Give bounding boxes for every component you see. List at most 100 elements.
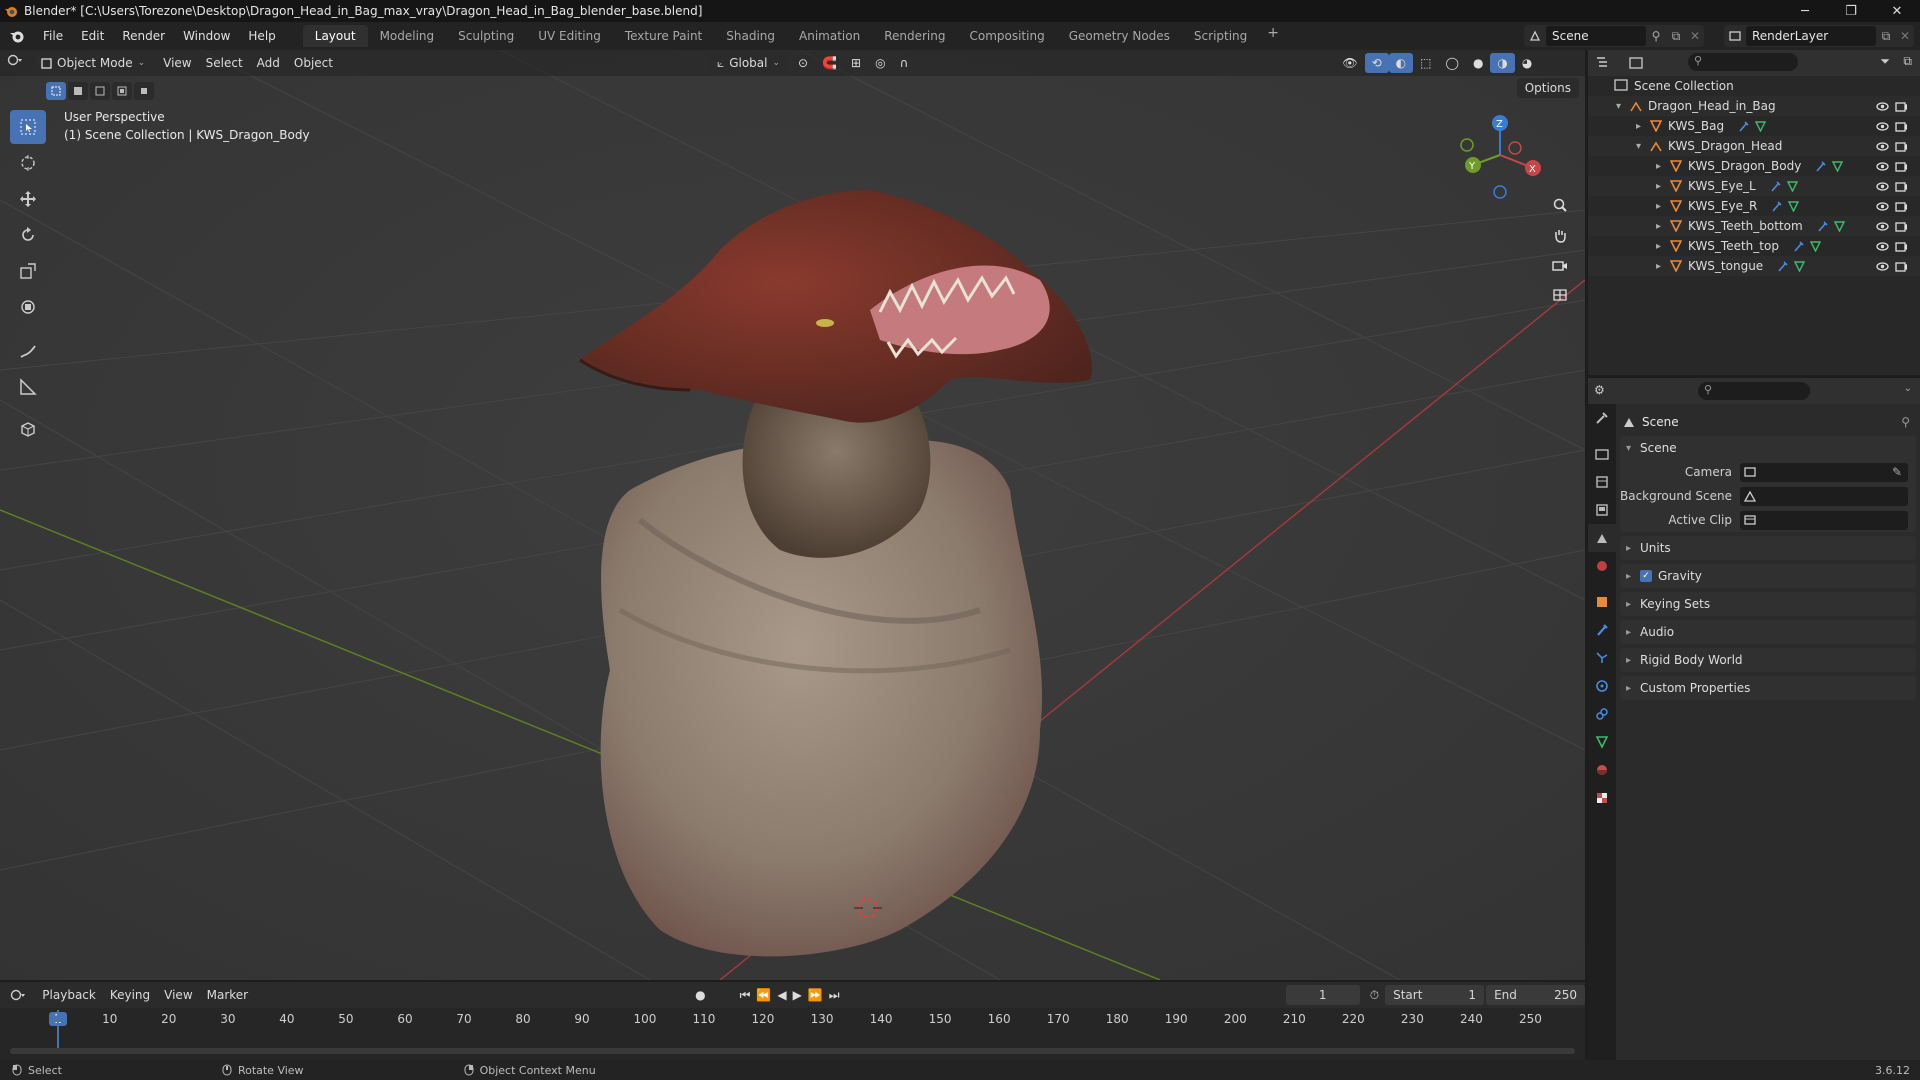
camera-render-icon[interactable]: [1895, 261, 1908, 272]
delete-scene-icon[interactable]: ✕: [1686, 29, 1704, 43]
select-box-tool[interactable]: [10, 110, 46, 144]
custom-properties-panel[interactable]: ▸ Custom Properties: [1620, 676, 1916, 700]
delete-layer-icon[interactable]: ✕: [1896, 29, 1914, 43]
eye-icon[interactable]: [1876, 121, 1889, 132]
eye-icon[interactable]: [1876, 261, 1889, 272]
menu-keying[interactable]: Keying: [103, 985, 157, 1005]
material-tab-icon[interactable]: [1588, 756, 1616, 784]
tab-compositing[interactable]: Compositing: [957, 25, 1056, 47]
gravity-panel[interactable]: ▸ ✓ Gravity: [1620, 564, 1916, 588]
eyedropper-icon[interactable]: ✎: [1892, 465, 1902, 479]
render-layer-name[interactable]: RenderLayer: [1746, 26, 1876, 46]
menu-file[interactable]: File: [34, 25, 72, 47]
modifier-tab-icon[interactable]: [1588, 616, 1616, 644]
expand-toggle-icon[interactable]: ▸: [1636, 121, 1650, 132]
timeline-editor-icon[interactable]: [0, 988, 35, 1002]
rotate-tool[interactable]: [10, 218, 46, 252]
prev-keyframe-icon[interactable]: ⏪: [756, 988, 777, 1002]
chevron-down-icon[interactable]: ⌄: [1904, 383, 1912, 394]
blender-menu-icon[interactable]: [0, 28, 34, 44]
camera-render-icon[interactable]: [1895, 161, 1908, 172]
pin-icon[interactable]: ⚲: [1901, 415, 1910, 429]
world-tab-icon[interactable]: [1588, 552, 1616, 580]
camera-render-icon[interactable]: [1895, 201, 1908, 212]
navigation-gizmo[interactable]: Z X Y: [1455, 110, 1545, 200]
expand-toggle-icon[interactable]: ▾: [1636, 141, 1650, 152]
transform-tool[interactable]: [10, 290, 46, 324]
scene-name[interactable]: Scene: [1546, 26, 1646, 46]
camera-render-icon[interactable]: [1895, 141, 1908, 152]
render-tab-icon[interactable]: [1588, 440, 1616, 468]
expand-toggle-icon[interactable]: ▸: [1656, 161, 1670, 172]
rendered-shading-icon[interactable]: ◕: [1515, 53, 1539, 73]
perspective-toggle-icon[interactable]: [1545, 280, 1575, 310]
expand-toggle-icon[interactable]: ▸: [1656, 221, 1670, 232]
play-icon[interactable]: ▶: [793, 988, 808, 1002]
outliner-row[interactable]: ▸ KWS_Eye_R: [1588, 196, 1920, 216]
expand-toggle-icon[interactable]: ▸: [1656, 181, 1670, 192]
outliner-row[interactable]: ▸ KWS_Teeth_bottom: [1588, 216, 1920, 236]
add-workspace-button[interactable]: +: [1259, 25, 1287, 47]
outliner-row[interactable]: ▸ KWS_Eye_L: [1588, 176, 1920, 196]
menu-add[interactable]: Add: [250, 53, 287, 73]
add-cube-tool[interactable]: [10, 412, 46, 446]
tab-modeling[interactable]: Modeling: [368, 25, 447, 47]
scene-panel-header[interactable]: ▾ Scene: [1620, 436, 1916, 460]
filter-icon[interactable]: ⏷: [1880, 54, 1890, 69]
tool-tab-icon[interactable]: [1588, 404, 1616, 432]
data-tab-icon[interactable]: [1588, 728, 1616, 756]
camera-field[interactable]: ✎: [1740, 462, 1908, 482]
menu-marker[interactable]: Marker: [200, 985, 255, 1005]
timeline-ruler[interactable]: 1102030405060708090100110120130140150160…: [0, 1010, 1585, 1030]
expand-toggle-icon[interactable]: ▸: [1656, 241, 1670, 252]
tab-scripting[interactable]: Scripting: [1182, 25, 1259, 47]
snap-target-icon[interactable]: ⊞: [844, 53, 868, 73]
camera-render-icon[interactable]: [1895, 181, 1908, 192]
constraints-tab-icon[interactable]: [1588, 700, 1616, 728]
record-icon[interactable]: ●: [695, 988, 705, 1002]
editor-type-icon[interactable]: [0, 53, 30, 73]
tab-uv-editing[interactable]: UV Editing: [526, 25, 613, 47]
gizmo-toggle-icon[interactable]: ⟲: [1364, 53, 1389, 73]
properties-search-input[interactable]: ⚲: [1698, 382, 1810, 400]
start-frame-field[interactable]: Start 1: [1385, 985, 1485, 1005]
maximize-button[interactable]: ❐: [1828, 0, 1874, 22]
eye-icon[interactable]: [1876, 181, 1889, 192]
object-mode-dropdown[interactable]: Object Mode ⌄: [34, 53, 153, 73]
output-tab-icon[interactable]: [1588, 468, 1616, 496]
cursor-tool[interactable]: [10, 146, 46, 180]
camera-view-icon[interactable]: [1545, 250, 1575, 280]
tab-shading[interactable]: Shading: [714, 25, 787, 47]
pan-hand-icon[interactable]: [1545, 220, 1575, 250]
outliner-search-input[interactable]: ⚲: [1688, 53, 1798, 71]
outliner-row[interactable]: ▸ KWS_Dragon_Body: [1588, 156, 1920, 176]
new-layer-icon[interactable]: ⧉: [1876, 29, 1896, 44]
display-mode-icon[interactable]: [1620, 57, 1652, 69]
scale-tool[interactable]: [10, 254, 46, 288]
render-layer-selector[interactable]: RenderLayer ⧉ ✕: [1724, 25, 1914, 47]
eye-icon[interactable]: [1876, 141, 1889, 152]
select-extend-icon[interactable]: [68, 82, 88, 100]
annotate-tool[interactable]: [10, 334, 46, 368]
solid-shading-icon[interactable]: ●: [1466, 53, 1490, 73]
options-dropdown[interactable]: Options: [1516, 78, 1579, 98]
xray-toggle-icon[interactable]: ⬚: [1413, 53, 1438, 73]
expand-toggle-icon[interactable]: ▸: [1656, 261, 1670, 272]
menu-playback[interactable]: Playback: [35, 985, 103, 1005]
outliner-row[interactable]: ▸ KWS_Teeth_top: [1588, 236, 1920, 256]
expand-toggle-icon[interactable]: ▾: [1616, 101, 1630, 112]
menu-edit[interactable]: Edit: [72, 25, 113, 47]
tab-rendering[interactable]: Rendering: [872, 25, 957, 47]
overlays-toggle-icon[interactable]: ◐: [1388, 53, 1414, 73]
snap-icon[interactable]: 🧲: [815, 53, 844, 73]
tab-sculpting[interactable]: Sculpting: [446, 25, 526, 47]
properties-editor-icon[interactable]: ⚙: [1594, 383, 1605, 397]
rigid-body-world-panel[interactable]: ▸ Rigid Body World: [1620, 648, 1916, 672]
camera-render-icon[interactable]: [1895, 221, 1908, 232]
close-button[interactable]: ✕: [1874, 0, 1920, 22]
next-keyframe-icon[interactable]: ⏩: [808, 988, 829, 1002]
move-tool[interactable]: [10, 182, 46, 216]
jump-end-icon[interactable]: ⏭: [829, 988, 846, 1002]
menu-object[interactable]: Object: [287, 53, 340, 73]
jump-start-icon[interactable]: ⏮: [740, 988, 757, 1002]
